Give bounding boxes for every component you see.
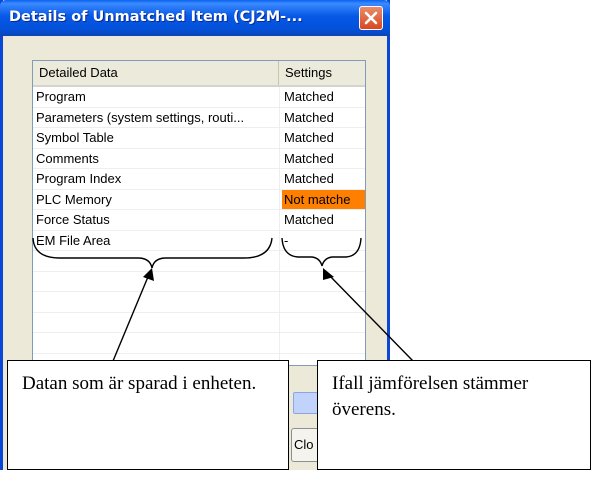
item-name: EM File Area xyxy=(36,232,111,248)
item-name: Parameters (system settings, routi... xyxy=(36,109,245,125)
item-setting: Matched xyxy=(284,89,334,104)
list-rows: Program Matched Parameters (system settin… xyxy=(33,87,365,365)
table-row[interactable]: Force Status Matched xyxy=(33,210,365,231)
empty-row xyxy=(33,333,365,354)
item-name: Force Status xyxy=(36,212,110,227)
item-name: Comments xyxy=(36,150,99,166)
annotation-box-left: Datan som är sparad i enheten. xyxy=(7,360,289,470)
item-setting-unmatched: Not matche xyxy=(282,189,365,209)
table-row[interactable]: PLC Memory Not matche xyxy=(33,189,365,210)
detail-list[interactable]: Detailed Data Settings Program Matched Pa… xyxy=(32,60,366,366)
annotation-text-right: Ifall jämförelsen stämmer överens. xyxy=(332,373,529,420)
close-button-label: Clo xyxy=(294,437,314,452)
window-title: Details of Unmatched Item (CJ2M-... xyxy=(9,9,303,25)
item-setting: Matched xyxy=(284,171,334,186)
table-row[interactable]: Parameters (system settings, routi... Mat… xyxy=(33,108,365,128)
empty-row xyxy=(33,272,365,292)
window-close-button[interactable] xyxy=(359,6,383,30)
item-setting: - xyxy=(284,232,289,248)
table-row[interactable]: Comments Matched xyxy=(33,149,365,169)
item-name: PLC Memory xyxy=(36,191,112,207)
empty-row xyxy=(33,292,365,313)
item-setting: Matched xyxy=(284,212,334,227)
table-row[interactable]: Program Index Matched xyxy=(33,169,365,190)
item-setting: Matched xyxy=(284,109,334,125)
table-row[interactable]: Symbol Table Matched xyxy=(33,128,365,149)
item-name: Symbol Table xyxy=(36,130,114,145)
column-header-settings[interactable]: Settings xyxy=(279,61,365,85)
item-name: Program Index xyxy=(36,171,122,186)
close-icon xyxy=(364,11,378,25)
table-row[interactable]: EM File Area - xyxy=(33,231,365,251)
item-setting: Matched xyxy=(284,130,334,145)
title-bar[interactable]: Details of Unmatched Item (CJ2M-... xyxy=(0,0,390,36)
empty-row xyxy=(33,313,365,333)
empty-row xyxy=(33,251,365,272)
column-header-detailed-data[interactable]: Detailed Data xyxy=(33,61,279,85)
item-setting: Matched xyxy=(284,150,334,166)
annotation-text-left: Datan som är sparad i enheten. xyxy=(22,373,257,394)
item-name: Program xyxy=(36,89,86,104)
table-row[interactable]: Program Matched xyxy=(33,87,365,108)
annotation-box-right: Ifall jämförelsen stämmer överens. xyxy=(317,360,591,470)
list-header: Detailed Data Settings xyxy=(33,61,365,87)
